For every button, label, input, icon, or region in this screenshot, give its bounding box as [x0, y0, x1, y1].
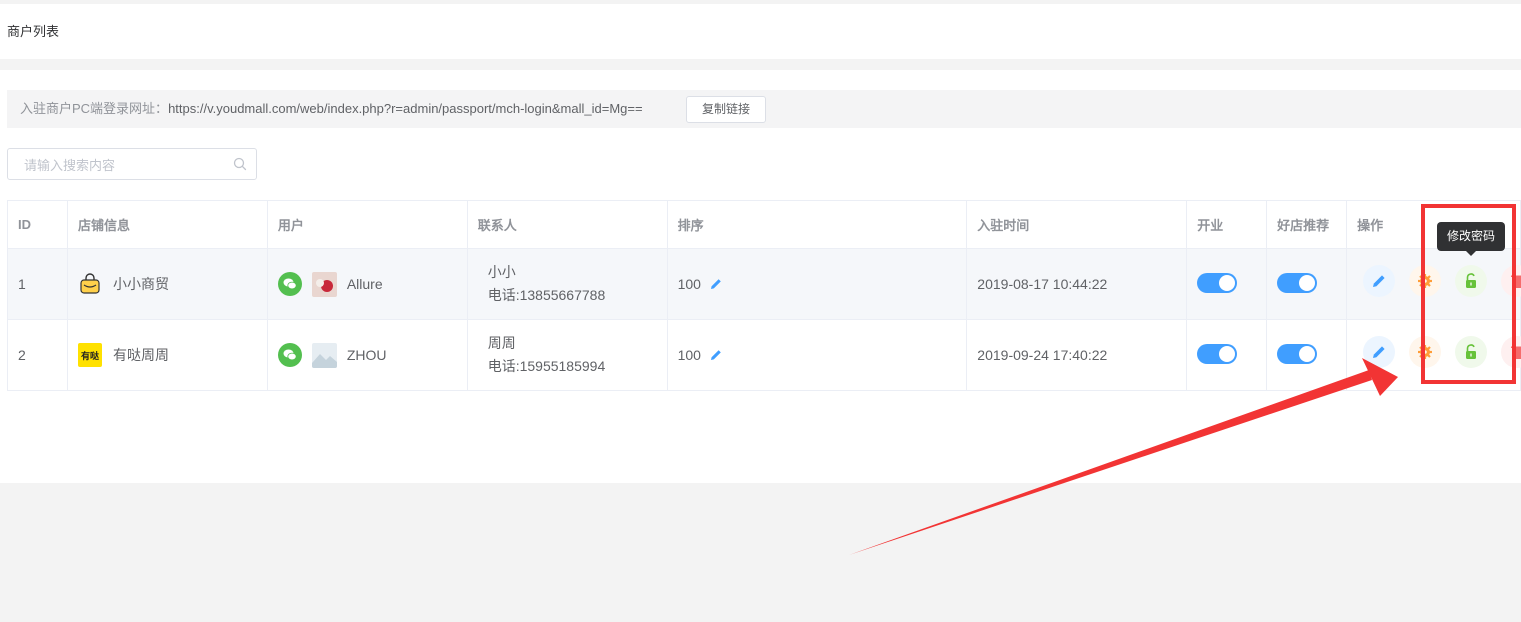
annotation-arrow-icon	[849, 358, 1398, 555]
